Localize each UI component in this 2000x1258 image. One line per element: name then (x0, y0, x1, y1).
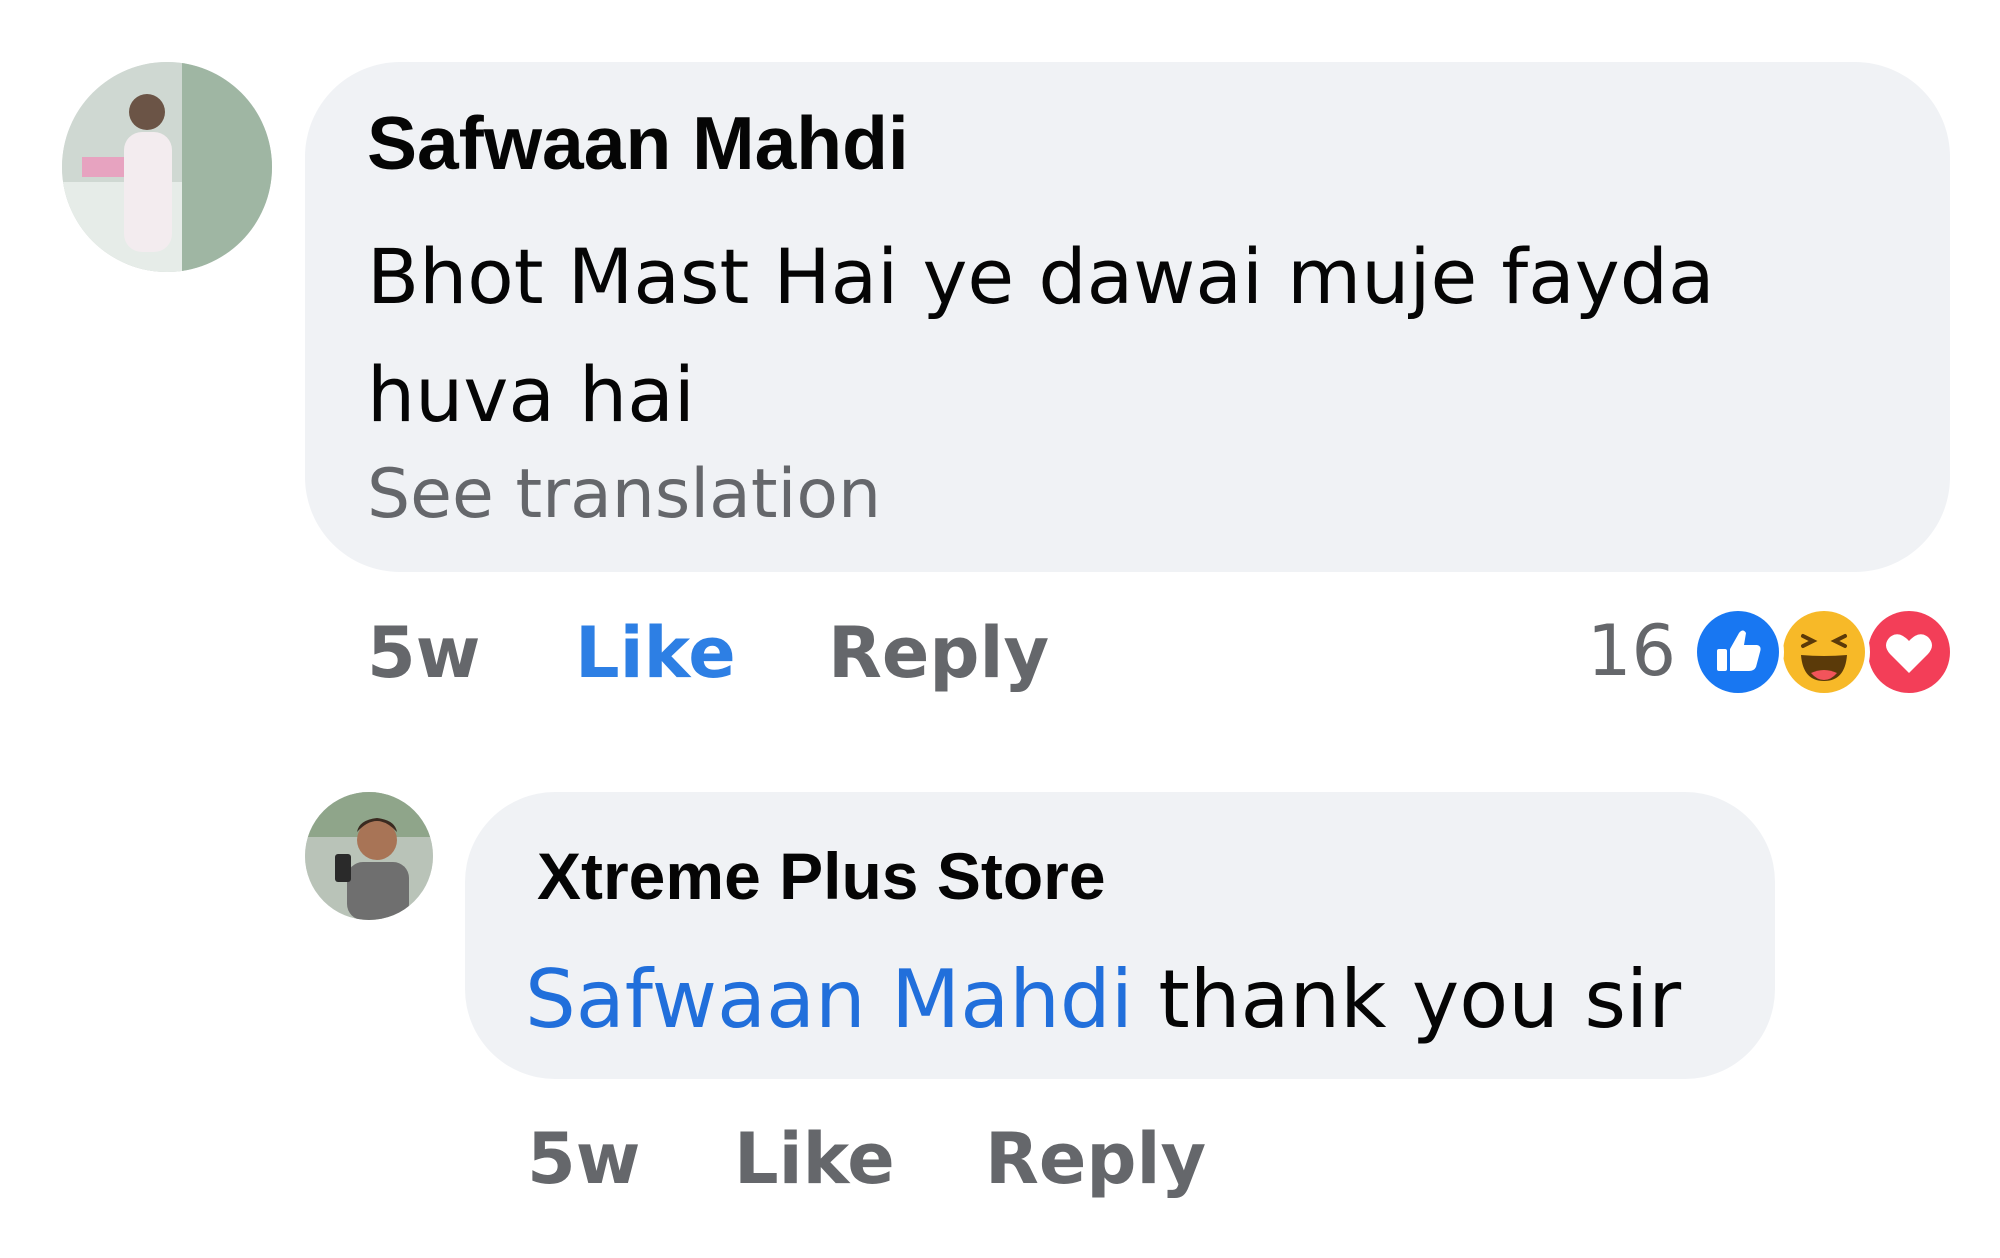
like-icon[interactable] (1692, 606, 1784, 698)
reply-button[interactable]: Reply (828, 612, 1049, 694)
mention-link[interactable]: Safwaan Mahdi (525, 953, 1133, 1046)
reply-author-name[interactable]: Xtreme Plus Store (537, 838, 1106, 914)
comment-author-name[interactable]: Safwaan Mahdi (367, 100, 909, 186)
love-icon[interactable] (1863, 606, 1955, 698)
reply-message: thank you sir (1158, 953, 1682, 1046)
reply-timestamp[interactable]: 5w (527, 1118, 640, 1200)
like-button[interactable]: Like (575, 612, 736, 694)
haha-icon[interactable] (1778, 606, 1870, 698)
reaction-count[interactable]: 16 (1587, 610, 1676, 692)
reply-text: Safwaan Mahdi thank you sir (525, 950, 1681, 1050)
reply-reply-button[interactable]: Reply (985, 1118, 1206, 1200)
replier-avatar[interactable] (305, 792, 433, 920)
reply-like-button[interactable]: Like (734, 1118, 895, 1200)
comment-timestamp[interactable]: 5w (367, 612, 480, 694)
comment-text: Bhot Mast Hai ye dawai muje fayda huva h… (367, 232, 1715, 439)
see-translation-link[interactable]: See translation (367, 455, 881, 534)
commenter-avatar[interactable] (62, 62, 272, 272)
